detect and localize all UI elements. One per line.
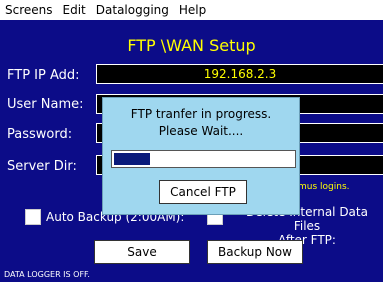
auto-backup-checkbox[interactable]	[25, 209, 41, 225]
page-title: FTP \WAN Setup	[127, 36, 256, 55]
progress-fill	[114, 153, 150, 165]
dialog-message: FTP tranfer in progress. Please Wait....	[103, 106, 299, 140]
ftp-ip-label: FTP IP Add:	[7, 68, 80, 83]
password-label: Password:	[7, 127, 73, 142]
user-name-label: User Name:	[7, 97, 84, 112]
server-dir-label: Server Dir:	[7, 159, 77, 174]
menu-datalogging[interactable]: Datalogging	[91, 0, 174, 20]
save-button[interactable]: Save	[94, 240, 190, 264]
ftp-progress-bar	[111, 150, 296, 168]
logins-note: mus logins.	[298, 182, 350, 192]
menu-bar: Screens Edit Datalogging Help	[0, 0, 383, 20]
ftp-progress-dialog: FTP tranfer in progress. Please Wait....…	[102, 97, 300, 215]
menu-edit[interactable]: Edit	[58, 0, 91, 20]
dialog-message-line1: FTP tranfer in progress.	[130, 107, 272, 121]
cancel-ftp-button[interactable]: Cancel FTP	[159, 180, 247, 204]
dialog-message-line2: Please Wait....	[158, 124, 244, 138]
status-bar: DATA LOGGER IS OFF.	[0, 268, 383, 282]
menu-help[interactable]: Help	[174, 0, 211, 20]
ftp-ip-field[interactable]: 192.168.2.3	[96, 64, 383, 84]
ftp-setup-screen: FTP \WAN Setup FTP IP Add: 192.168.2.3 U…	[0, 20, 383, 282]
ftp-ip-value: 192.168.2.3	[203, 67, 277, 81]
backup-now-button[interactable]: Backup Now	[207, 240, 303, 264]
menu-screens[interactable]: Screens	[0, 0, 58, 20]
